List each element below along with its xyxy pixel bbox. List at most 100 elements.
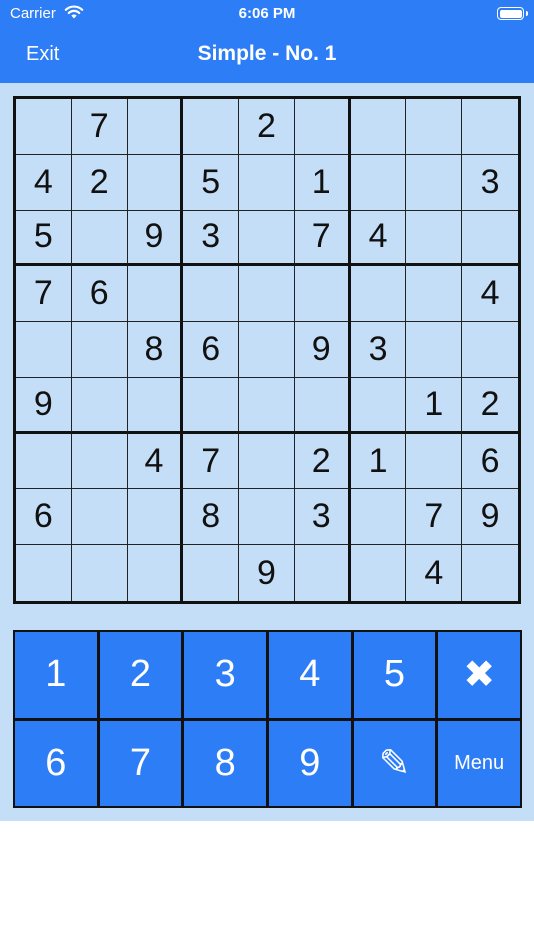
sudoku-cell[interactable]	[16, 99, 72, 155]
sudoku-cell[interactable]: 3	[462, 155, 518, 211]
key-1[interactable]: 1	[15, 632, 97, 718]
sudoku-cell[interactable]	[71, 377, 128, 434]
sudoku-cell[interactable]	[462, 211, 518, 267]
sudoku-cell[interactable]	[462, 322, 518, 378]
sudoku-cell[interactable]	[406, 154, 463, 211]
sudoku-cell[interactable]: 5	[16, 210, 72, 267]
key-4[interactable]: 4	[269, 632, 351, 718]
key-3[interactable]: 3	[184, 632, 266, 718]
sudoku-cell[interactable]: 8	[127, 322, 184, 378]
nav-bar: Exit Simple - No. 1	[0, 28, 534, 83]
sudoku-cell[interactable]	[239, 377, 295, 434]
sudoku-cell[interactable]: 1	[350, 433, 407, 490]
sudoku-cell[interactable]	[350, 489, 407, 546]
sudoku-cell[interactable]	[183, 266, 240, 323]
sudoku-cell[interactable]: 3	[183, 210, 240, 267]
sudoku-cell[interactable]	[239, 433, 295, 490]
sudoku-board: 7242513593747648693912472166837994	[13, 96, 521, 604]
sudoku-cell[interactable]: 9	[294, 322, 351, 378]
clear-icon[interactable]: ✖	[438, 632, 520, 718]
game-area: 7242513593747648693912472166837994 12345…	[0, 83, 534, 821]
sudoku-cell[interactable]: 6	[16, 489, 72, 546]
sudoku-cell[interactable]: 4	[462, 266, 518, 323]
sudoku-cell[interactable]: 1	[294, 154, 351, 211]
sudoku-cell[interactable]: 4	[16, 154, 72, 211]
sudoku-cell[interactable]: 7	[406, 489, 463, 546]
sudoku-cell[interactable]: 9	[16, 377, 72, 434]
sudoku-cell[interactable]	[239, 210, 295, 267]
sudoku-cell[interactable]	[127, 266, 184, 323]
sudoku-cell[interactable]	[183, 377, 240, 434]
menu-button[interactable]: Menu	[438, 720, 520, 806]
key-2[interactable]: 2	[99, 632, 182, 718]
key-5[interactable]: 5	[353, 632, 436, 718]
sudoku-cell[interactable]: 7	[16, 266, 72, 323]
sudoku-cell[interactable]: 8	[183, 489, 240, 546]
sudoku-cell[interactable]: 2	[71, 154, 128, 211]
sudoku-cell[interactable]: 6	[183, 322, 240, 378]
sudoku-cell[interactable]: 4	[127, 433, 184, 490]
sudoku-cell[interactable]	[406, 433, 463, 490]
sudoku-cell[interactable]	[406, 266, 463, 323]
sudoku-cell[interactable]: 2	[462, 378, 518, 434]
sudoku-cell[interactable]	[294, 266, 351, 323]
sudoku-cell[interactable]	[239, 154, 295, 211]
sudoku-cell[interactable]	[239, 266, 295, 323]
sudoku-cell[interactable]: 6	[71, 266, 128, 323]
sudoku-cell[interactable]: 3	[350, 322, 407, 378]
sudoku-cell[interactable]: 9	[239, 545, 295, 601]
sudoku-cell[interactable]	[71, 433, 128, 490]
sudoku-cell[interactable]	[406, 322, 463, 378]
key-6[interactable]: 6	[15, 720, 97, 806]
sudoku-cell[interactable]: 4	[406, 545, 463, 601]
sudoku-cell[interactable]	[406, 210, 463, 267]
key-9[interactable]: 9	[269, 720, 351, 806]
sudoku-cell[interactable]: 1	[406, 377, 463, 434]
sudoku-cell[interactable]	[127, 377, 184, 434]
sudoku-cell[interactable]	[406, 99, 463, 155]
sudoku-cell[interactable]	[16, 433, 72, 490]
sudoku-cell[interactable]	[183, 545, 240, 601]
sudoku-cell[interactable]	[71, 210, 128, 267]
sudoku-cell[interactable]	[183, 99, 240, 155]
sudoku-cell[interactable]	[16, 545, 72, 601]
page-title: Simple - No. 1	[197, 42, 337, 65]
sudoku-cell[interactable]: 7	[183, 433, 240, 490]
sudoku-cell[interactable]: 7	[294, 210, 351, 267]
sudoku-cell[interactable]	[16, 322, 72, 378]
sudoku-cell[interactable]	[350, 154, 407, 211]
key-8[interactable]: 8	[184, 720, 266, 806]
sudoku-cell[interactable]	[351, 545, 407, 601]
sudoku-cell[interactable]	[462, 545, 518, 601]
sudoku-cell[interactable]: 7	[71, 99, 128, 155]
sudoku-cell[interactable]	[350, 266, 407, 323]
sudoku-cell[interactable]: 4	[350, 210, 407, 267]
sudoku-cell[interactable]	[294, 99, 351, 155]
sudoku-cell[interactable]: 5	[183, 154, 240, 211]
sudoku-cell[interactable]	[127, 154, 184, 211]
clock: 6:06 PM	[238, 5, 296, 22]
battery-icon	[497, 7, 528, 20]
sudoku-cell[interactable]	[72, 545, 128, 601]
sudoku-cell[interactable]	[239, 489, 295, 546]
sudoku-cell[interactable]: 2	[239, 99, 295, 155]
sudoku-cell[interactable]	[127, 99, 184, 155]
sudoku-cell[interactable]	[71, 489, 128, 546]
sudoku-cell[interactable]	[71, 322, 128, 378]
sudoku-cell[interactable]	[350, 99, 407, 155]
sudoku-cell[interactable]	[350, 377, 407, 434]
sudoku-cell[interactable]	[239, 322, 295, 378]
sudoku-cell[interactable]: 6	[462, 434, 518, 490]
sudoku-cell[interactable]: 9	[127, 210, 184, 267]
pencil-icon[interactable]: ✎	[353, 720, 436, 806]
sudoku-cell[interactable]	[295, 545, 351, 601]
sudoku-cell[interactable]	[127, 489, 184, 546]
sudoku-cell[interactable]: 2	[294, 433, 351, 490]
sudoku-cell[interactable]: 9	[462, 489, 518, 546]
sudoku-cell[interactable]: 3	[294, 489, 351, 546]
key-7[interactable]: 7	[99, 720, 182, 806]
sudoku-cell[interactable]	[128, 545, 184, 601]
number-keypad: 1 2 3 4 5 ✖ 6 7 8 9 ✎ Menu	[13, 630, 522, 808]
sudoku-cell[interactable]	[462, 99, 518, 155]
sudoku-cell[interactable]	[294, 377, 351, 434]
